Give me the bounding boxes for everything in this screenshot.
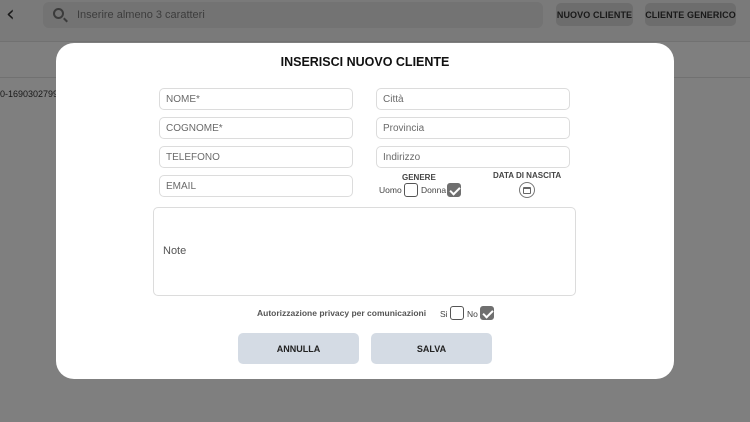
cognome-field[interactable] <box>159 117 353 139</box>
dialog-title: INSERISCI NUOVO CLIENTE <box>280 55 450 69</box>
citta-field[interactable] <box>376 88 570 110</box>
email-field[interactable] <box>159 175 353 197</box>
note-field[interactable] <box>153 207 576 296</box>
provincia-field[interactable] <box>376 117 570 139</box>
privacy-label: Autorizzazione privacy per comunicazioni <box>257 308 427 318</box>
privacy-no-checkbox[interactable] <box>480 306 494 320</box>
telefono-field[interactable] <box>159 146 353 168</box>
new-client-dialog: INSERISCI NUOVO CLIENTE GENERE Uomo Donn… <box>56 43 674 379</box>
nome-field[interactable] <box>159 88 353 110</box>
uomo-label: Uomo <box>379 185 402 195</box>
si-label: Si <box>440 309 448 319</box>
salva-button[interactable]: SALVA <box>371 333 492 364</box>
donna-label: Donna <box>421 185 447 195</box>
no-label: No <box>467 309 478 319</box>
annulla-button[interactable]: ANNULLA <box>238 333 359 364</box>
date-picker-button[interactable] <box>519 182 535 198</box>
indirizzo-field[interactable] <box>376 146 570 168</box>
calendar-icon <box>523 186 531 194</box>
privacy-si-checkbox[interactable] <box>450 306 464 320</box>
genere-label: GENERE <box>402 173 436 182</box>
donna-checkbox[interactable] <box>447 183 461 197</box>
uomo-checkbox[interactable] <box>404 183 418 197</box>
data-nascita-label: DATA DI NASCITA <box>493 171 562 180</box>
